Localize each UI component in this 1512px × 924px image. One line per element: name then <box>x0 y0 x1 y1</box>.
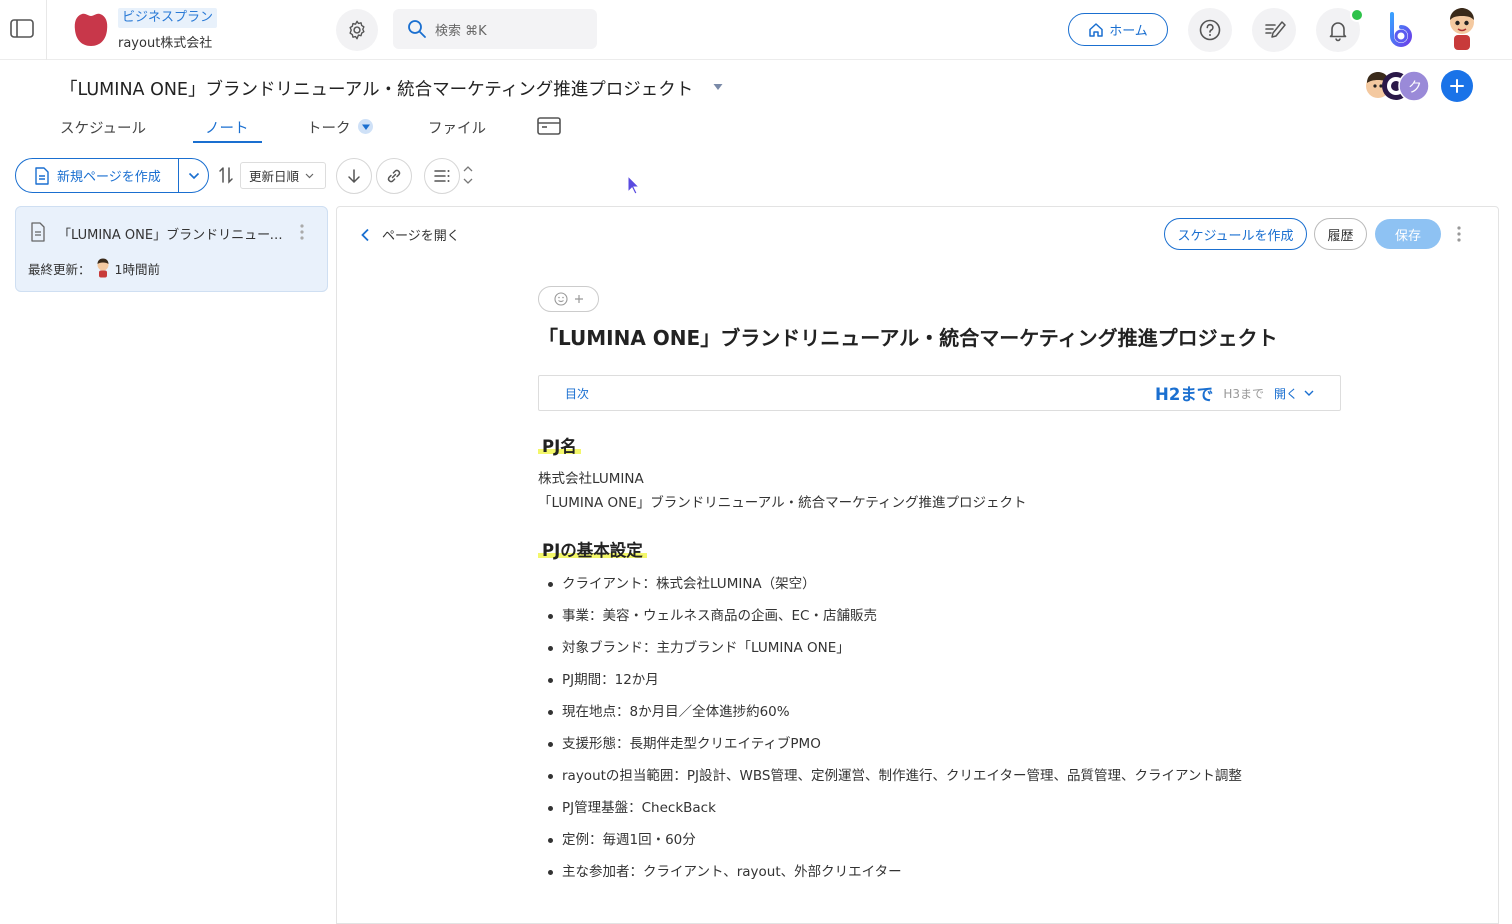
member-avatars[interactable] <box>1366 70 1436 104</box>
bullet-list: クライアント：株式会社LUMINA（架空） 事業：美容・ウェルネス商品の企画、E… <box>538 572 1242 892</box>
updated-time: 1時間前 <box>114 261 160 277</box>
updater-avatar <box>97 258 109 278</box>
toc-h3-option[interactable]: H3まで <box>1223 385 1264 402</box>
list-item[interactable]: PJ期間：12か月 <box>538 668 1242 700</box>
add-member-button[interactable] <box>1441 70 1473 102</box>
panel-layout-icon[interactable] <box>537 116 561 136</box>
page-list-pane <box>0 205 336 924</box>
plan-badge: ビジネスプラン <box>118 8 218 28</box>
mouse-cursor-icon <box>627 175 641 195</box>
link-icon <box>387 169 401 183</box>
list-item[interactable]: rayoutの担当範囲：PJ設計、WBS管理、定例運営、制作進行、クリエイター管… <box>538 764 1242 796</box>
home-icon <box>1089 22 1103 37</box>
tab-file[interactable]: ファイル <box>428 117 486 138</box>
checkback-app-icon[interactable] <box>1378 8 1422 52</box>
divider <box>46 0 47 60</box>
active-tab-indicator <box>193 141 262 143</box>
search-placeholder: 検索 ⌘K <box>435 23 487 39</box>
home-button[interactable]: ホーム <box>1068 13 1168 46</box>
list-item[interactable]: PJ管理基盤：CheckBack <box>538 796 1242 828</box>
memo-edit-icon <box>1265 21 1286 38</box>
create-schedule-button[interactable]: スケジュールを作成 <box>1164 218 1307 250</box>
chevron-down-icon <box>188 172 199 179</box>
list-view-button[interactable] <box>424 158 460 194</box>
history-button[interactable]: 履歴 <box>1314 218 1367 250</box>
bell-icon <box>1329 22 1347 42</box>
new-page-button-group: 新規ページを作成 <box>15 158 209 193</box>
document-title[interactable]: 「LUMINA ONE」ブランドリニューアル・統合マーケティング推進プロジェクト <box>538 322 1278 351</box>
project-menu-caret-icon[interactable] <box>712 82 724 92</box>
new-page-button[interactable]: 新規ページを作成 <box>16 159 179 192</box>
page-item-meta: 最終更新： 1時間前 <box>28 258 160 278</box>
toc-h2-option[interactable]: H2まで <box>1155 381 1213 405</box>
member-initial: ク <box>1408 80 1422 96</box>
page-list-item[interactable] <box>15 206 328 292</box>
chevron-left-icon <box>361 228 369 241</box>
section-heading[interactable]: PJの基本設定 <box>538 537 647 561</box>
tab-note[interactable]: ノート <box>205 117 249 138</box>
tab-schedule[interactable]: スケジュール <box>60 117 146 138</box>
gear-icon <box>349 20 365 40</box>
new-page-label: 新規ページを作成 <box>57 170 161 185</box>
home-label: ホーム <box>1109 24 1148 39</box>
sort-select[interactable]: 更新日順 <box>240 162 326 189</box>
document-icon <box>30 222 46 242</box>
updated-label: 最終更新： <box>28 261 91 277</box>
new-page-dropdown[interactable] <box>179 172 208 180</box>
help-icon <box>1199 19 1221 41</box>
plus-icon <box>574 295 583 303</box>
add-emoji-button[interactable] <box>538 286 599 312</box>
company-name[interactable]: rayout株式会社 <box>118 32 212 51</box>
save-button[interactable]: 保存 <box>1375 219 1441 249</box>
sort-label: 更新日順 <box>249 169 300 184</box>
tab-talk[interactable]: トーク <box>307 117 351 138</box>
list-item[interactable]: 現在地点：8か月目／全体進捗約60% <box>538 700 1242 732</box>
toc-label: 目次 <box>565 386 590 401</box>
sort-order-icon[interactable] <box>218 166 236 184</box>
page-item-more-icon[interactable] <box>298 222 306 242</box>
user-avatar[interactable] <box>1442 6 1482 52</box>
expand-collapse-icon[interactable] <box>462 164 474 186</box>
notification-dot <box>1350 8 1364 22</box>
search-icon <box>408 20 426 38</box>
project-title[interactable]: 「LUMINA ONE」ブランドリニューアル・統合マーケティング推進プロジェクト <box>60 76 693 101</box>
settings-button[interactable] <box>336 9 378 51</box>
toc-open-toggle[interactable]: 開く <box>1274 385 1314 402</box>
smile-icon <box>553 292 568 306</box>
section-heading[interactable]: PJ名 <box>538 433 581 457</box>
open-page-link[interactable]: ページを開く <box>360 225 460 244</box>
list-item[interactable]: クライアント：株式会社LUMINA（架空） <box>538 572 1242 604</box>
help-button[interactable] <box>1188 8 1232 52</box>
chevron-down-icon <box>305 173 314 178</box>
page-item-title: 「LUMINA ONE」ブランドリニューアル・統合マーケティング推進プロジェクト <box>58 228 283 243</box>
chevron-down-icon <box>1304 390 1314 396</box>
open-page-label: ページを開く <box>382 229 460 244</box>
list-item[interactable]: 対象ブランド：主力ブランド「LUMINA ONE」 <box>538 636 1242 668</box>
memo-button[interactable] <box>1252 8 1296 52</box>
document-icon <box>35 166 49 185</box>
sidebar-toggle-icon[interactable] <box>8 17 36 41</box>
download-button[interactable] <box>336 158 372 194</box>
table-of-contents: 目次 H2まで H3まで 開く <box>538 375 1341 411</box>
copy-link-button[interactable] <box>376 158 412 194</box>
company-logo-icon[interactable] <box>72 10 110 48</box>
talk-dropdown-icon[interactable] <box>358 119 373 134</box>
search-input[interactable]: 検索 ⌘K <box>393 9 597 49</box>
plus-icon <box>1450 79 1464 93</box>
more-options-icon[interactable] <box>1455 224 1463 244</box>
toc-open-label: 開く <box>1273 386 1298 401</box>
paragraph-line[interactable]: 「LUMINA ONE」ブランドリニューアル・統合マーケティング推進プロジェクト <box>538 491 1026 515</box>
list-item[interactable]: 主な参加者：クライアント、rayout、外部クリエイター <box>538 860 1242 892</box>
list-item[interactable]: 事業：美容・ウェルネス商品の企画、EC・店舗販売 <box>538 604 1242 636</box>
paragraph-line[interactable]: 株式会社LUMINA <box>538 467 644 491</box>
list-item[interactable]: 支援形態：長期伴走型クリエイティブPMO <box>538 732 1242 764</box>
list-item[interactable]: 定例：毎週1回・60分 <box>538 828 1242 860</box>
list-icon <box>434 170 450 182</box>
arrow-down-icon <box>348 169 360 184</box>
